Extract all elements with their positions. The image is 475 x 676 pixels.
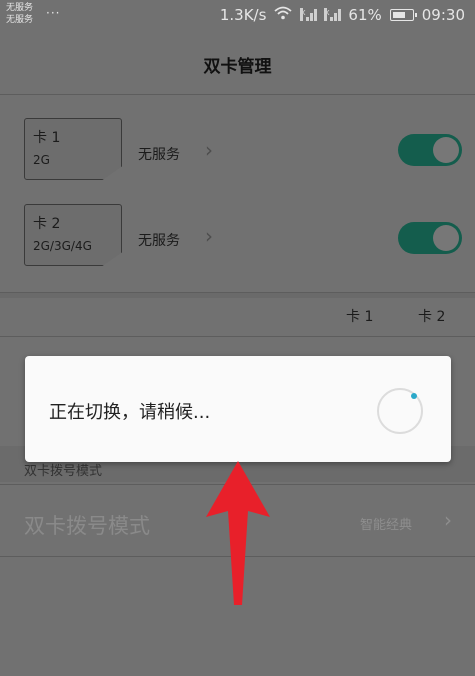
red-up-arrow-annotation: [206, 461, 270, 605]
sim1-row[interactable]: 卡 1 2G 无服务 ›: [0, 110, 475, 184]
column-divider: [0, 336, 475, 337]
toggle-knob: [433, 225, 459, 251]
clock: 09:30: [421, 6, 465, 24]
status-right-group: 1.3K/s x x 61% 09:30: [220, 6, 465, 24]
signal-no-service-icon-1: x: [300, 8, 318, 21]
more-notifications-icon: ···: [46, 6, 61, 20]
signal-no-service-icon-2: x: [324, 8, 342, 21]
chevron-right-icon[interactable]: ›: [205, 224, 213, 248]
dial-section-header: 双卡拨号模式: [24, 464, 103, 479]
header-divider: [0, 94, 475, 95]
dialog-message: 正在切换，请稍候...: [49, 402, 211, 423]
sim1-toggle[interactable]: [398, 134, 462, 166]
switching-dialog: 正在切换，请稍候...: [25, 356, 451, 462]
sim1-name: 卡 1: [33, 130, 61, 146]
section-divider: [0, 292, 475, 293]
sim1-service: 无服务: [138, 147, 180, 163]
loading-spinner-icon: [377, 388, 423, 434]
wifi-icon: [274, 6, 293, 24]
sim1-network: 2G: [33, 153, 50, 167]
battery-icon: [389, 9, 417, 21]
sim2-status: 无服务: [6, 15, 34, 25]
battery-percent: 61%: [348, 6, 382, 24]
sim2-service: 无服务: [138, 233, 180, 249]
sim2-row[interactable]: 卡 2 2G/3G/4G 无服务 ›: [0, 196, 475, 270]
sim2-network: 2G/3G/4G: [33, 239, 92, 253]
status-sim-info: 无服务 无服务: [6, 2, 33, 26]
sim2-toggle[interactable]: [398, 222, 462, 254]
chevron-right-icon[interactable]: ›: [444, 508, 452, 532]
toggle-knob: [433, 137, 459, 163]
column-card2: 卡 2: [418, 309, 446, 325]
column-card1: 卡 1: [346, 309, 374, 325]
sim1-card-icon: 卡 1 2G: [24, 118, 122, 180]
chevron-right-icon[interactable]: ›: [205, 138, 213, 162]
sim2-name: 卡 2: [33, 216, 61, 232]
sim2-card-icon: 卡 2 2G/3G/4G: [24, 204, 122, 266]
sim1-status: 无服务: [6, 3, 34, 13]
dial-mode-value: 智能经典: [360, 518, 413, 533]
spinner-dot: [411, 393, 417, 399]
page-title: 双卡管理: [203, 57, 272, 77]
dial-mode-title: 双卡拨号模式: [24, 514, 150, 538]
network-speed: 1.3K/s: [219, 6, 267, 24]
